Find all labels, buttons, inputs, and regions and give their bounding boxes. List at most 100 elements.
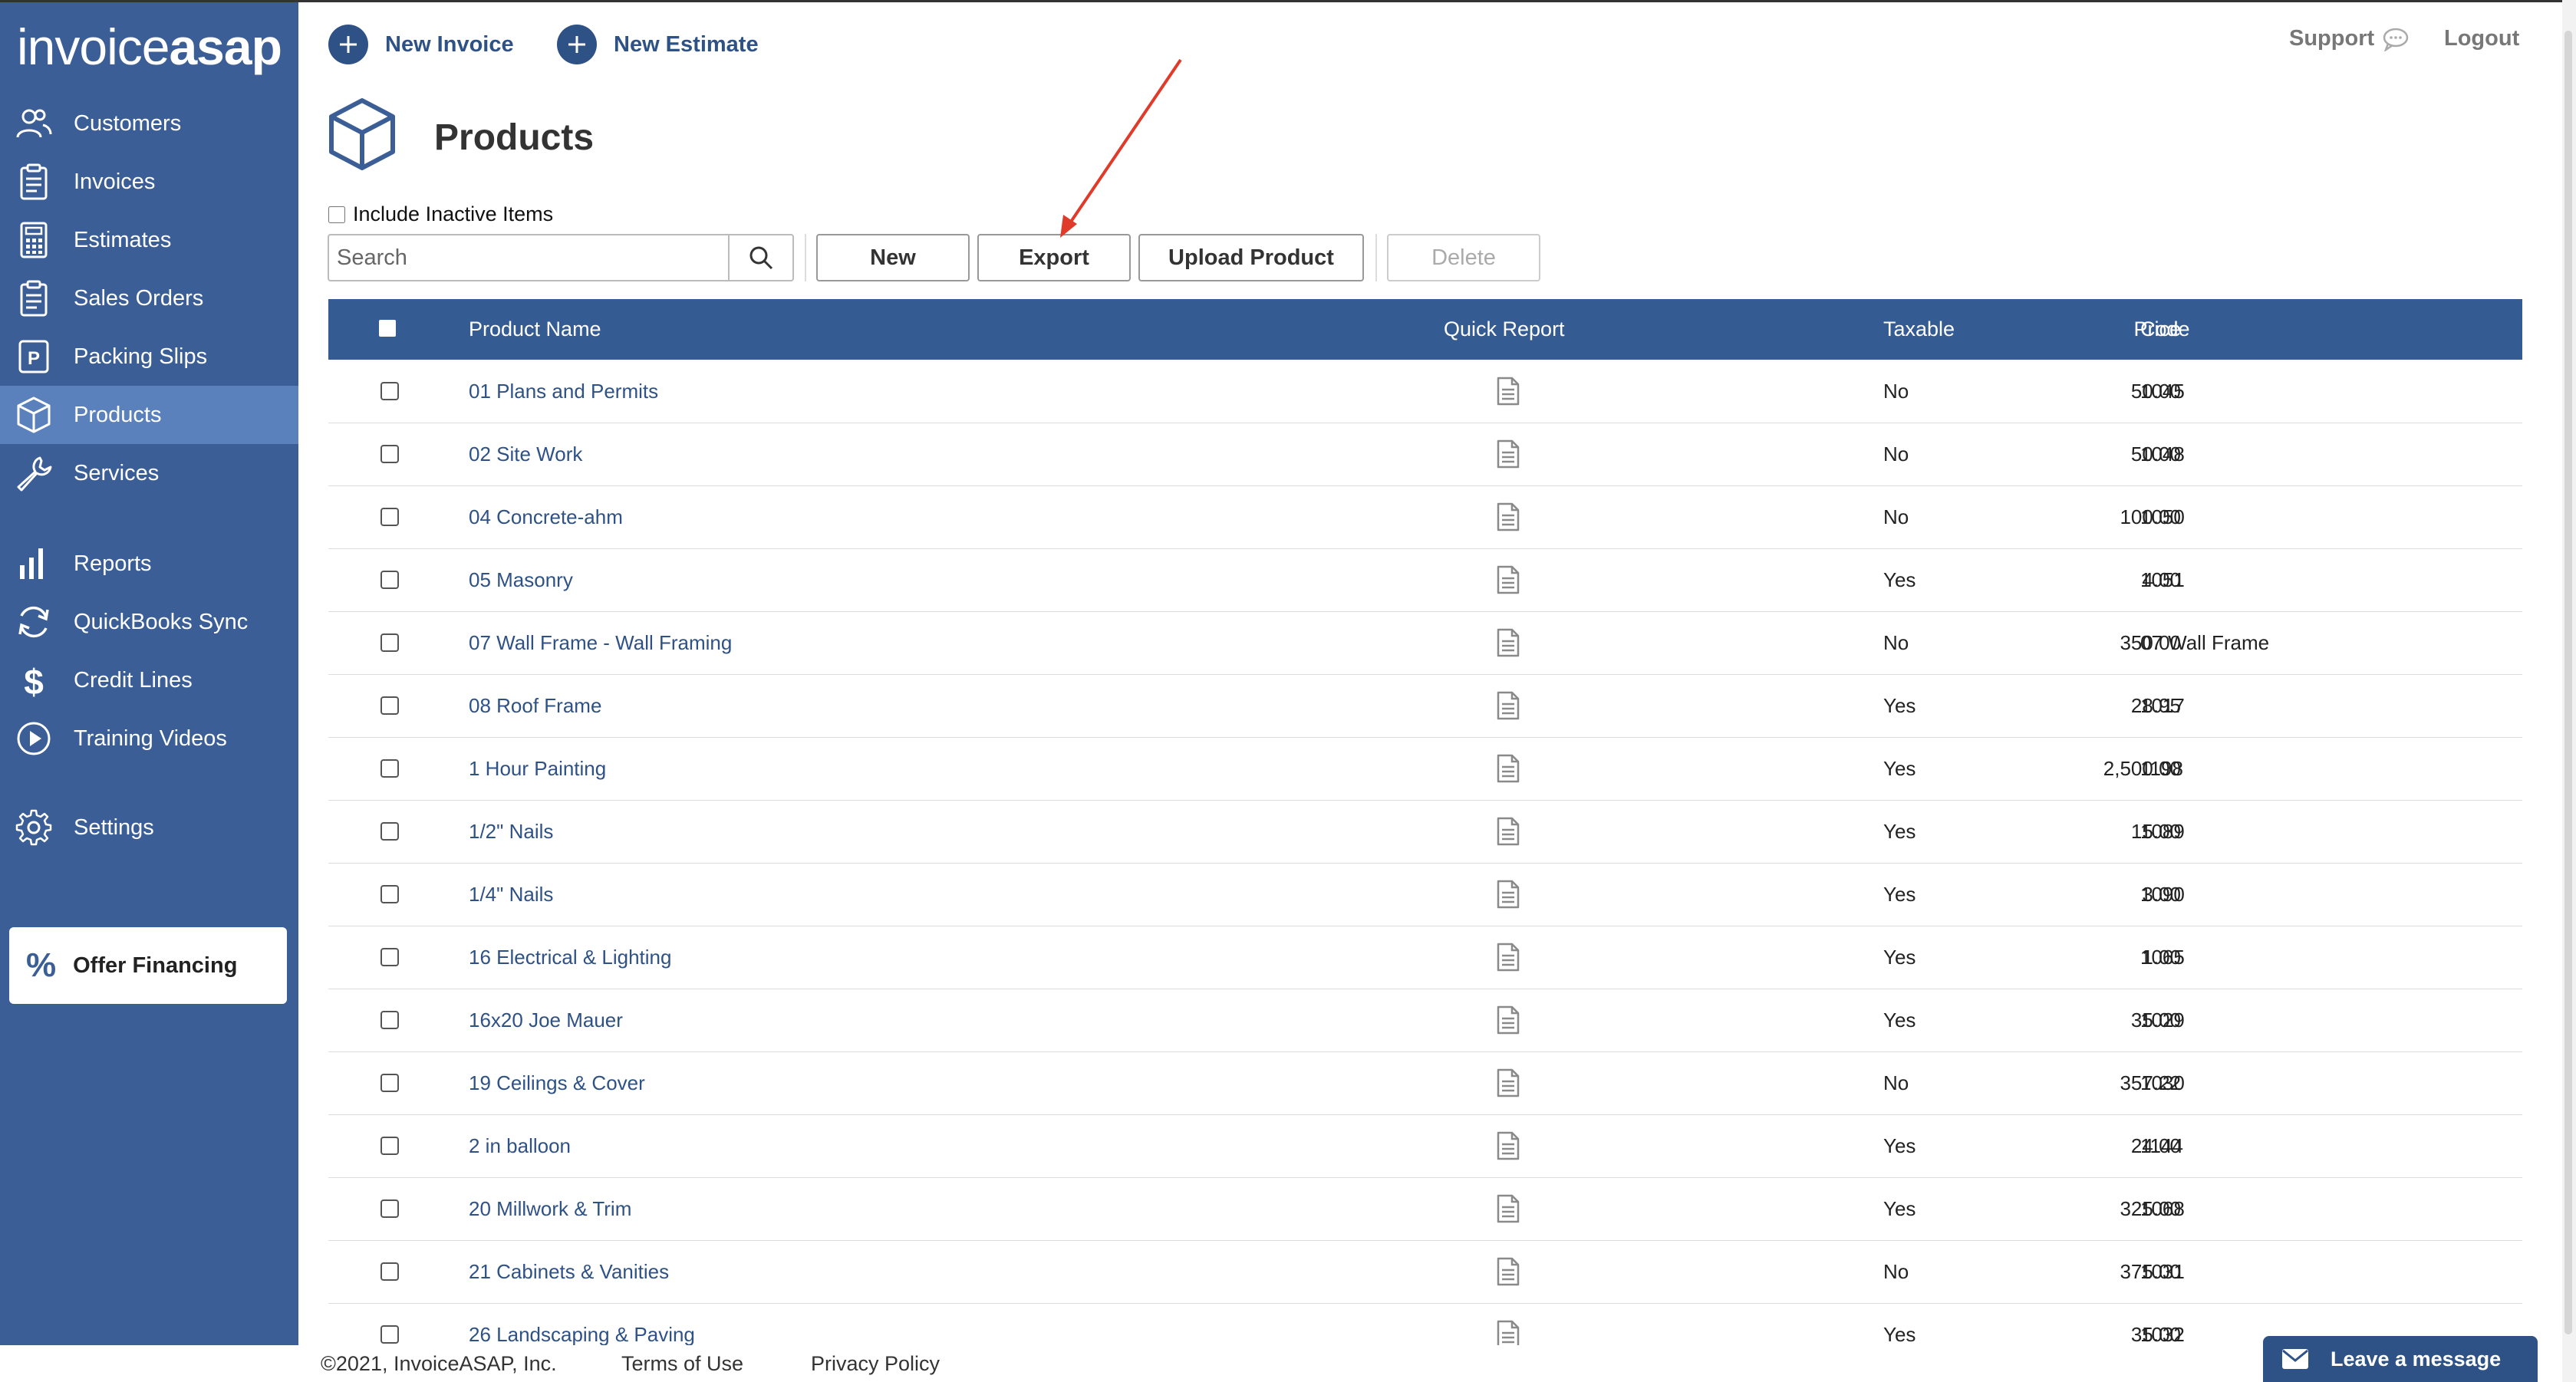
- sidebar-item-settings[interactable]: Settings: [0, 798, 298, 857]
- product-name-link[interactable]: 04 Concrete-ahm: [469, 485, 623, 548]
- quick-report-icon[interactable]: [1495, 880, 1521, 909]
- row-checkbox[interactable]: [380, 1325, 399, 1344]
- product-taxable: No: [1883, 1259, 1909, 1283]
- logout-link[interactable]: Logout: [2444, 26, 2519, 51]
- product-name-link[interactable]: 19 Ceilings & Cover: [469, 1051, 645, 1114]
- product-taxable: Yes: [1883, 945, 1916, 969]
- export-button[interactable]: Export: [977, 234, 1131, 281]
- upload-product-button[interactable]: Upload Product: [1138, 234, 1364, 281]
- quick-report-icon[interactable]: [1495, 377, 1521, 406]
- quick-report-icon[interactable]: [1495, 943, 1521, 972]
- row-checkbox[interactable]: [380, 696, 399, 715]
- new-invoice-link[interactable]: New Invoice: [328, 25, 514, 64]
- row-checkbox[interactable]: [380, 571, 399, 589]
- row-checkbox[interactable]: [380, 885, 399, 903]
- select-all-checkbox[interactable]: [379, 320, 396, 337]
- sidebar-item-label: QuickBooks Sync: [74, 609, 249, 634]
- row-checkbox[interactable]: [380, 1137, 399, 1155]
- product-name-link[interactable]: 20 Millwork & Trim: [469, 1177, 631, 1240]
- quick-report-icon[interactable]: [1495, 439, 1521, 469]
- product-code: 1068: [2140, 1196, 2185, 1220]
- row-checkbox[interactable]: [380, 508, 399, 526]
- sidebar-item-packing-slips[interactable]: P Packing Slips: [0, 327, 298, 386]
- quick-report-icon[interactable]: [1495, 502, 1521, 531]
- product-code: 1089: [2140, 819, 2185, 843]
- dollar-icon: $: [12, 659, 55, 702]
- new-product-button[interactable]: New: [816, 234, 970, 281]
- packing-slip-icon: P: [12, 335, 55, 378]
- quick-report-icon[interactable]: [1495, 1257, 1521, 1286]
- quick-report-icon[interactable]: [1495, 1131, 1521, 1160]
- quick-report-icon[interactable]: [1495, 628, 1521, 657]
- search-button[interactable]: [730, 234, 794, 281]
- product-name-link[interactable]: 1/4" Nails: [469, 863, 553, 926]
- product-name-link[interactable]: 02 Site Work: [469, 423, 582, 485]
- sidebar-item-estimates[interactable]: Estimates: [0, 211, 298, 269]
- quick-report-icon[interactable]: [1495, 565, 1521, 594]
- support-link[interactable]: Support: [2289, 26, 2410, 51]
- product-name-link[interactable]: 05 Masonry: [469, 548, 573, 611]
- quick-report-icon[interactable]: [1495, 1194, 1521, 1223]
- quick-report-icon[interactable]: [1495, 1068, 1521, 1097]
- row-checkbox[interactable]: [380, 382, 399, 400]
- quick-report-icon[interactable]: [1495, 754, 1521, 783]
- sidebar-item-customers[interactable]: Customers: [0, 94, 298, 153]
- row-checkbox[interactable]: [380, 1199, 399, 1218]
- column-code[interactable]: Code: [2140, 299, 2190, 360]
- scrollbar-thumb[interactable]: [2564, 31, 2572, 1334]
- sidebar-item-sales-orders[interactable]: Sales Orders: [0, 269, 298, 327]
- brand-logo[interactable]: invoiceasap: [17, 18, 282, 76]
- sidebar-item-credit-lines[interactable]: $ Credit Lines: [0, 651, 298, 709]
- leave-message-button[interactable]: Leave a message: [2263, 1336, 2538, 1382]
- row-checkbox[interactable]: [380, 633, 399, 652]
- offer-financing-label: Offer Financing: [73, 953, 238, 978]
- row-checkbox[interactable]: [380, 822, 399, 841]
- row-checkbox[interactable]: [380, 1262, 399, 1281]
- product-name-link[interactable]: 2 in balloon: [469, 1114, 571, 1177]
- row-checkbox[interactable]: [380, 759, 399, 778]
- row-checkbox[interactable]: [380, 445, 399, 463]
- copyright-text: ©2021, InvoiceASAP, Inc.: [321, 1352, 557, 1375]
- clipboard-icon: [12, 277, 55, 320]
- privacy-link[interactable]: Privacy Policy: [811, 1352, 940, 1376]
- sidebar-item-services[interactable]: Services: [0, 444, 298, 502]
- product-code: 1051: [2140, 568, 2185, 591]
- column-product-name[interactable]: Product Name: [469, 299, 601, 360]
- quick-report-icon[interactable]: [1495, 691, 1521, 720]
- quick-report-icon[interactable]: [1495, 817, 1521, 846]
- delete-button[interactable]: Delete: [1387, 234, 1540, 281]
- offer-financing-button[interactable]: % Offer Financing: [9, 927, 287, 1004]
- product-name-link[interactable]: 01 Plans and Permits: [469, 360, 658, 423]
- row-checkbox[interactable]: [380, 948, 399, 966]
- sidebar-item-invoices[interactable]: Invoices: [0, 153, 298, 211]
- chat-bubble-icon: [2383, 28, 2409, 51]
- quick-report-icon[interactable]: [1495, 1005, 1521, 1035]
- row-checkbox[interactable]: [380, 1011, 399, 1029]
- product-name-link[interactable]: 16x20 Joe Mauer: [469, 989, 623, 1051]
- product-name-link[interactable]: 08 Roof Frame: [469, 674, 601, 737]
- column-taxable[interactable]: Taxable: [1883, 299, 1955, 360]
- product-name-link[interactable]: 16 Electrical & Lighting: [469, 926, 671, 989]
- percent-icon: %: [26, 946, 57, 984]
- product-code: 1017: [2140, 693, 2185, 717]
- row-checkbox[interactable]: [380, 1074, 399, 1092]
- terms-link[interactable]: Terms of Use: [621, 1352, 743, 1376]
- product-name-link[interactable]: 07 Wall Frame - Wall Framing: [469, 611, 732, 674]
- product-name-link[interactable]: 21 Cabinets & Vanities: [469, 1240, 669, 1303]
- search-icon: [749, 246, 773, 270]
- product-name-link[interactable]: 1/2" Nails: [469, 800, 553, 863]
- product-name-link[interactable]: 1 Hour Painting: [469, 737, 606, 800]
- search-input[interactable]: [328, 234, 730, 281]
- sidebar-item-reports[interactable]: Reports: [0, 535, 298, 593]
- sidebar-item-quickbooks-sync[interactable]: QuickBooks Sync: [0, 593, 298, 651]
- product-code: 1048: [2140, 442, 2185, 466]
- include-inactive-checkbox[interactable]: [328, 206, 345, 223]
- table-row: 1/4" Nails 3.00 Yes 1090: [328, 863, 2522, 926]
- sidebar-item-label: Products: [74, 402, 162, 427]
- sidebar-item-training-videos[interactable]: Training Videos: [0, 709, 298, 768]
- sidebar-item-products[interactable]: Products: [0, 386, 298, 444]
- include-inactive-toggle[interactable]: Include Inactive Items: [328, 202, 553, 226]
- product-code: 07 Wall Frame: [2140, 630, 2270, 654]
- new-estimate-link[interactable]: New Estimate: [557, 25, 759, 64]
- envelope-icon: [2282, 1349, 2308, 1369]
